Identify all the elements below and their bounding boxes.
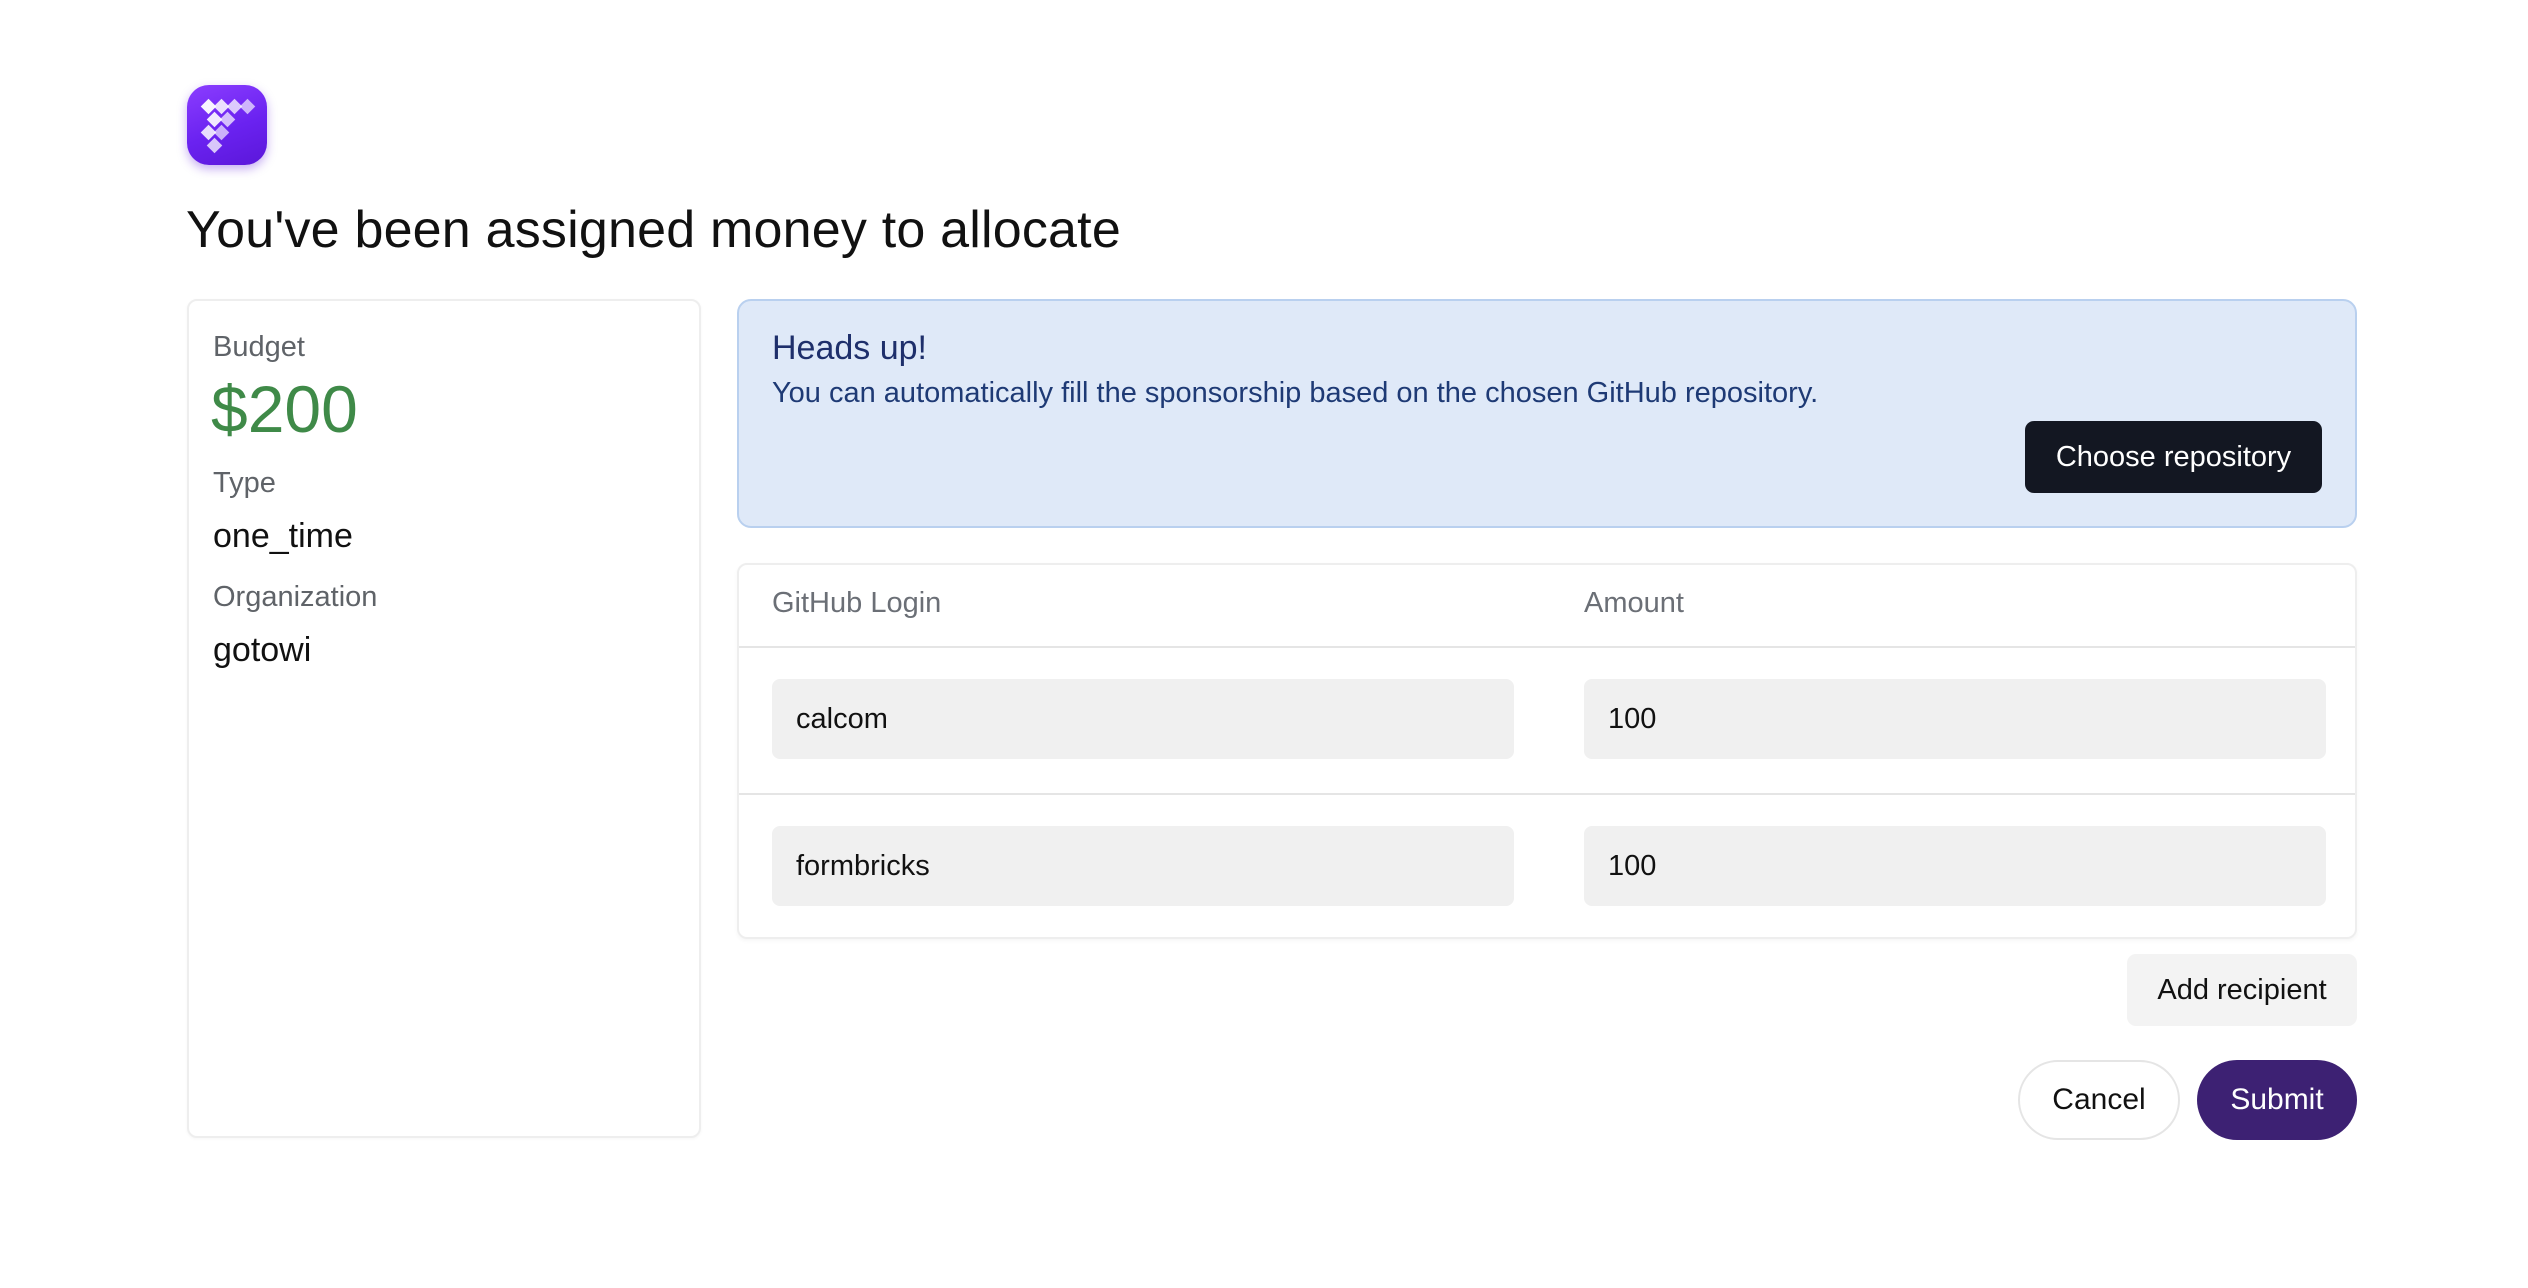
- budget-label: Budget: [213, 331, 305, 363]
- budget-info-card: Budget $200 Type one_time Organization g…: [187, 299, 701, 1138]
- type-value: one_time: [213, 517, 353, 555]
- organization-label: Organization: [213, 581, 378, 613]
- formbricks-logo-icon: [187, 85, 267, 165]
- amount-input[interactable]: [1584, 826, 2326, 906]
- recipients-table: GitHub Login Amount: [737, 563, 2357, 939]
- add-recipient-button[interactable]: Add recipient: [2127, 954, 2357, 1026]
- choose-repository-button[interactable]: Choose repository: [2025, 421, 2322, 493]
- type-label: Type: [213, 467, 276, 499]
- table-divider: [739, 793, 2355, 795]
- alert-title: Heads up!: [772, 329, 927, 367]
- page: You've been assigned money to allocate B…: [0, 0, 2528, 1288]
- heads-up-alert: Heads up! You can automatically fill the…: [737, 299, 2357, 528]
- amount-input[interactable]: [1584, 679, 2326, 759]
- github-login-header: GitHub Login: [772, 587, 942, 619]
- table-divider: [739, 646, 2355, 648]
- github-login-input[interactable]: [772, 826, 1514, 906]
- budget-value: $200: [211, 372, 358, 446]
- submit-button[interactable]: Submit: [2197, 1060, 2357, 1140]
- alert-description: You can automatically fill the sponsorsh…: [772, 377, 1819, 409]
- cancel-button[interactable]: Cancel: [2018, 1060, 2180, 1140]
- amount-header: Amount: [1584, 587, 1684, 619]
- organization-value: gotowi: [213, 631, 312, 669]
- page-title: You've been assigned money to allocate: [186, 201, 1121, 259]
- github-login-input[interactable]: [772, 679, 1514, 759]
